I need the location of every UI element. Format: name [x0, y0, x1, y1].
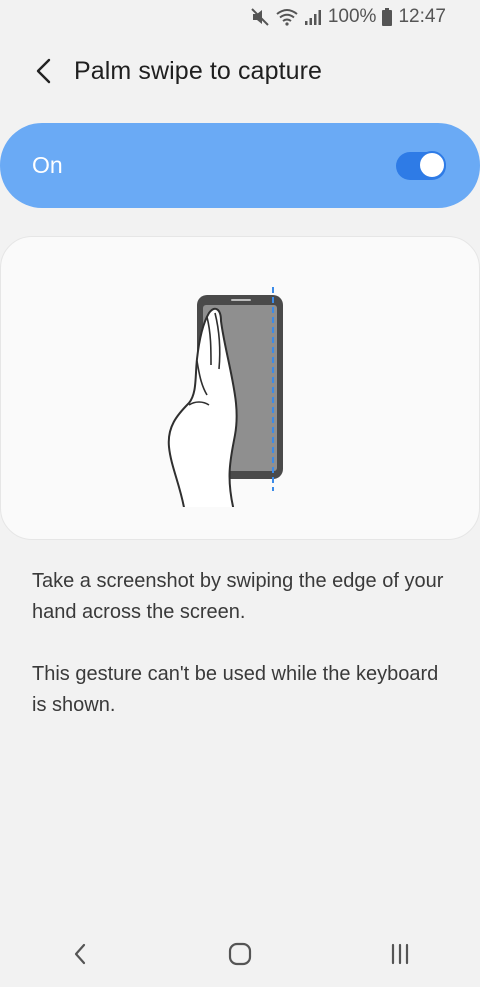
battery-percent: 100% [327, 6, 377, 27]
nav-home-button[interactable] [210, 929, 270, 979]
master-switch[interactable]: On [0, 123, 480, 208]
nav-back-icon [74, 943, 86, 965]
toggle-knob [418, 150, 446, 179]
status-bar: 100% 12:47 [0, 0, 480, 34]
toggle-switch[interactable] [396, 150, 446, 180]
description-text-1: Take a screenshot by swiping the edge of… [32, 570, 444, 623]
nav-recents-icon [391, 943, 409, 965]
clock: 12:47 [398, 6, 446, 27]
mute-icon [250, 7, 270, 27]
page-title: Palm swipe to capture [74, 56, 323, 85]
navigation-bar [0, 921, 480, 987]
nav-home-icon [228, 942, 252, 966]
switch-label: On [32, 152, 63, 178]
illustration-card [0, 236, 480, 540]
nav-back-button[interactable] [50, 929, 110, 979]
palm-swipe-illustration [167, 287, 283, 507]
back-button[interactable] [24, 51, 64, 91]
battery-icon [382, 8, 393, 26]
description-text-2: This gesture can't be used while the key… [32, 663, 439, 716]
back-arrow-icon [36, 58, 51, 84]
wifi-icon [276, 8, 298, 26]
app-bar: Palm swipe to capture [0, 42, 480, 100]
nav-recents-button[interactable] [370, 929, 430, 979]
signal-icon [304, 8, 322, 26]
